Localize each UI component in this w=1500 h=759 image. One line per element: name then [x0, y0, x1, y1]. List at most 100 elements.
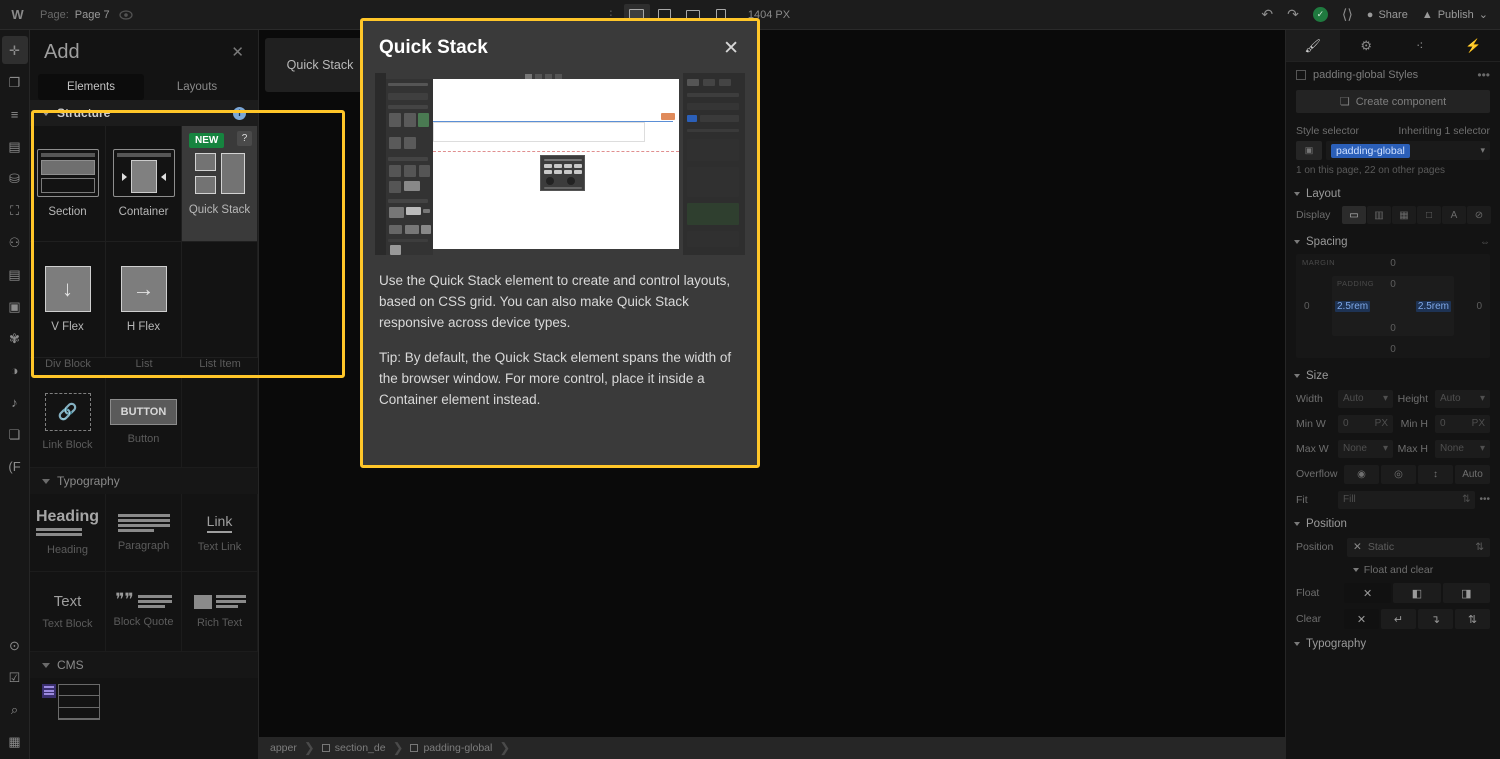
overflow-visible-button[interactable]: ◉: [1344, 465, 1379, 484]
element-tile-link-block[interactable]: 🔗 Link Block: [30, 376, 106, 468]
element-tile-container[interactable]: Container: [106, 126, 182, 242]
eye-icon[interactable]: [118, 7, 134, 23]
breadcrumb-item[interactable]: padding-global: [403, 742, 499, 754]
height-input[interactable]: Auto▾: [1435, 390, 1490, 408]
padding-right-value[interactable]: 2.5rem: [1416, 301, 1451, 312]
margin-bottom-value[interactable]: 0: [1390, 344, 1396, 355]
float-right-button[interactable]: ◨: [1443, 583, 1490, 603]
section-header-typography-right[interactable]: Typography: [1286, 632, 1500, 654]
undo-icon[interactable]: ↶: [1261, 6, 1273, 23]
tab-layouts[interactable]: Layouts: [144, 74, 250, 100]
float-and-clear-header[interactable]: Float and clear: [1286, 560, 1500, 580]
redo-icon[interactable]: ↷: [1287, 6, 1299, 23]
close-icon[interactable]: ✕: [231, 43, 244, 61]
publish-button[interactable]: ▲ Publish ⌄: [1422, 8, 1488, 21]
page-indicator[interactable]: Page: Page 7: [34, 9, 110, 21]
element-tile-block-quote[interactable]: ❞❞ Block Quote: [106, 572, 182, 652]
clear-left-button[interactable]: ↵: [1381, 609, 1416, 629]
selector-input[interactable]: padding-global ▾: [1326, 141, 1490, 160]
element-tile-v-flex[interactable]: ↓ V Flex: [30, 242, 106, 358]
clear-none-button[interactable]: ✕: [1344, 609, 1379, 629]
rail-item-site-structure[interactable]: ⛶: [2, 196, 28, 224]
rail-item-users[interactable]: ⚇: [2, 228, 28, 256]
float-left-button[interactable]: ◧: [1393, 583, 1440, 603]
element-tile-heading[interactable]: Heading Heading: [30, 494, 106, 572]
max-w-input[interactable]: None▾: [1338, 440, 1393, 458]
display-inline-button[interactable]: A: [1442, 206, 1466, 224]
breadcrumb-item[interactable]: section_de: [315, 742, 393, 754]
tab-interactions[interactable]: ⁖: [1393, 30, 1447, 61]
close-icon[interactable]: ✕: [723, 39, 739, 58]
fit-select[interactable]: Fill⇅: [1338, 491, 1475, 509]
info-icon[interactable]: i: [233, 107, 246, 120]
section-header-layout[interactable]: Layout: [1286, 182, 1500, 204]
tab-effects[interactable]: ⚡: [1447, 30, 1500, 61]
tab-settings[interactable]: ⚙: [1340, 30, 1394, 61]
rail-item-navigator[interactable]: ≡: [2, 100, 28, 128]
section-header-cms[interactable]: CMS: [30, 652, 258, 678]
tag-icon[interactable]: ▣: [1296, 141, 1322, 160]
ellipsis-icon[interactable]: •••: [1477, 68, 1490, 82]
rail-item-settings[interactable]: ✾: [2, 324, 28, 352]
overflow-auto-button[interactable]: Auto: [1455, 465, 1490, 484]
element-tile-text-block[interactable]: Text Text Block: [30, 572, 106, 652]
rail-item-interactions[interactable]: ♪: [2, 388, 28, 416]
rail-item-audit[interactable]: ◑: [2, 356, 28, 384]
tab-style[interactable]: 🖌: [1286, 30, 1340, 61]
display-flex-button[interactable]: ▥: [1367, 206, 1391, 224]
clear-right-button[interactable]: ↴: [1418, 609, 1453, 629]
rail-item-tasks[interactable]: ☑: [2, 663, 28, 691]
spacing-control[interactable]: MARGIN 0 0 0 0 PADDING 0 0 2.5rem 2.5rem: [1296, 254, 1490, 358]
overflow-scroll-button[interactable]: ↕: [1418, 465, 1453, 484]
share-button[interactable]: ● Share: [1367, 9, 1408, 21]
width-input[interactable]: Auto▾: [1338, 390, 1393, 408]
rail-item-apps[interactable]: ▦: [2, 727, 28, 755]
rail-item-fonts[interactable]: (F: [2, 452, 28, 480]
margin-top-value[interactable]: 0: [1390, 258, 1396, 269]
fit-more-icon[interactable]: •••: [1479, 494, 1490, 505]
element-tile-text-link[interactable]: Link Text Link: [182, 494, 258, 572]
check-circle-icon[interactable]: ✓: [1313, 7, 1328, 22]
position-select[interactable]: ✕ Static ⇅: [1347, 538, 1490, 557]
styles-checkbox[interactable]: [1296, 70, 1306, 80]
display-block-button[interactable]: ▭: [1342, 206, 1366, 224]
display-grid-button[interactable]: ▦: [1392, 206, 1416, 224]
tab-elements[interactable]: Elements: [38, 74, 144, 100]
section-header-position[interactable]: Position: [1286, 512, 1500, 534]
rail-item-ecommerce[interactable]: ▤: [2, 260, 28, 288]
section-header-typography[interactable]: Typography: [30, 468, 258, 494]
margin-left-value[interactable]: 0: [1304, 301, 1310, 312]
element-tile-quick-stack[interactable]: NEW ? Quick Stack: [182, 126, 258, 242]
rail-item-cms[interactable]: ⛁: [2, 164, 28, 192]
element-tile-rich-text[interactable]: Rich Text: [182, 572, 258, 652]
rail-item-help[interactable]: ⊙: [2, 631, 28, 659]
clear-both-button[interactable]: ⇅: [1455, 609, 1490, 629]
overflow-hidden-button[interactable]: ◎: [1381, 465, 1416, 484]
breadcrumb-item[interactable]: apper: [263, 742, 304, 754]
padding-left-value[interactable]: 2.5rem: [1335, 301, 1370, 312]
element-tile-collection-list[interactable]: [30, 678, 258, 720]
display-none-button[interactable]: ⊘: [1467, 206, 1491, 224]
code-brackets-icon[interactable]: ⟨⟩: [1342, 6, 1353, 23]
float-none-button[interactable]: ✕: [1344, 583, 1391, 603]
padding-bottom-value[interactable]: 0: [1390, 323, 1396, 334]
margin-right-value[interactable]: 0: [1476, 301, 1482, 312]
rail-item-search[interactable]: ⌕: [2, 695, 28, 723]
section-header-size[interactable]: Size: [1286, 364, 1500, 386]
min-w-input[interactable]: 0PX: [1338, 415, 1393, 433]
element-tile-button[interactable]: BUTTON Button: [106, 376, 182, 468]
webflow-logo[interactable]: W: [0, 0, 34, 30]
section-header-spacing[interactable]: Spacing ⇔: [1286, 230, 1500, 252]
element-tile-h-flex[interactable]: → H Flex: [106, 242, 182, 358]
rail-item-add-elements[interactable]: ✛: [2, 36, 28, 64]
display-inline-block-button[interactable]: □: [1417, 206, 1441, 224]
rail-item-components[interactable]: ❐: [2, 68, 28, 96]
min-h-input[interactable]: 0PX: [1435, 415, 1490, 433]
rail-item-pages[interactable]: ▤: [2, 132, 28, 160]
max-h-input[interactable]: None▾: [1435, 440, 1490, 458]
rail-item-assets[interactable]: ▣: [2, 292, 28, 320]
element-tile-paragraph[interactable]: Paragraph: [106, 494, 182, 572]
section-header-structure[interactable]: Structure i: [30, 100, 258, 126]
spacing-options-icon[interactable]: ⇔: [1480, 237, 1490, 248]
rail-item-variables[interactable]: ❏: [2, 420, 28, 448]
